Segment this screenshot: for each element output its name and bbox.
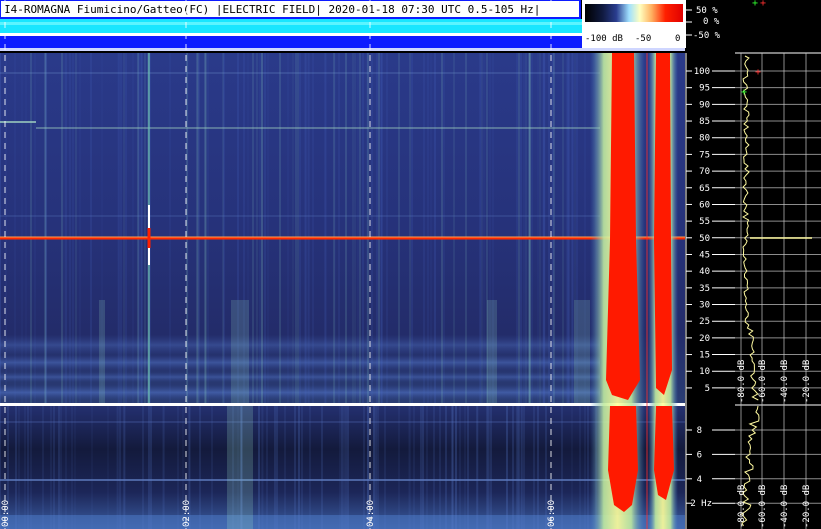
marker-plus-red: + — [755, 67, 761, 78]
time-label-1: 02:00 — [182, 500, 192, 527]
signal-bursts — [590, 53, 678, 529]
colorbar-label-min: -100 dB — [585, 34, 623, 44]
freq-label-lower-2: 4 — [697, 475, 702, 485]
spectrogram-lower — [0, 403, 685, 529]
marker-plus-green-top: + — [752, 0, 758, 9]
frequency-axis: 100 95 90 85 80 75 70 65 60 55 50 45 40 35 30 25 20 15 10 5… — [685, 53, 735, 529]
colorbar-gradient — [585, 4, 683, 22]
freq-label-lower-1: 6 — [697, 450, 702, 460]
freq-label-60: 60 — [699, 200, 710, 210]
spectrogram-app: I4-ROMAGNA Fiumicino/Gatteo(FC) |ELECTRI… — [0, 0, 821, 529]
db-label-lower-3: -20.0 dB — [802, 485, 812, 528]
freq-label-85: 85 — [699, 117, 710, 127]
time-label-0: 00:00 — [1, 500, 11, 527]
header-white-stripe — [0, 33, 582, 36]
time-label-3: 06:00 — [547, 500, 557, 527]
freq-label-25: 25 — [699, 317, 710, 327]
db-label-upper-3: -20.0 dB — [802, 360, 812, 403]
freq-label-50: 50 — [699, 234, 710, 244]
spectrogram-upper — [0, 53, 685, 403]
header-separator — [0, 48, 685, 51]
colorbar-pct-mid: 0 % — [703, 17, 720, 27]
db-label-upper-0: -80.0 dB — [737, 360, 747, 403]
freq-label-35: 35 — [699, 284, 710, 294]
freq-label-70: 70 — [699, 167, 710, 177]
freq-label-lower-0: 8 — [697, 426, 702, 436]
freq-label-55: 55 — [699, 217, 710, 227]
colorbar-pct-top: 50 % — [696, 6, 718, 16]
freq-label-90: 90 — [699, 100, 710, 110]
marker-plus-green: + — [741, 87, 747, 98]
time-label-2: 04:00 — [366, 500, 376, 527]
freq-label-10: 10 — [699, 367, 710, 377]
panel-divider — [0, 403, 685, 406]
freq-label-20: 20 — [699, 334, 710, 344]
freq-label-30: 30 — [699, 301, 710, 311]
freq-label-100: 100 — [694, 67, 710, 77]
freq-label-40: 40 — [699, 267, 710, 277]
header-cyan-highlight — [0, 22, 582, 25]
colorbar: -100 dB -50 0 50 % 0 % -50 % — [582, 0, 721, 48]
freq-label-65: 65 — [699, 184, 710, 194]
freq-label-5: 5 — [705, 384, 710, 394]
header-title: I4-ROMAGNA Fiumicino/Gatteo(FC) |ELECTRI… — [4, 3, 540, 16]
db-label-upper-2: -40.0 dB — [780, 360, 790, 403]
db-label-lower-1: -60.0 dB — [758, 485, 768, 528]
db-label-lower-2: -40.0 dB — [780, 485, 790, 528]
freq-label-75: 75 — [699, 150, 710, 160]
freq-label-95: 95 — [699, 84, 710, 94]
colorbar-label-mid: -50 — [635, 34, 651, 44]
header-blue-band — [0, 36, 582, 50]
header-cyan-band — [0, 19, 582, 33]
freq-label-45: 45 — [699, 250, 710, 260]
burst-1-lower — [608, 406, 638, 512]
marker-plus-red-top: + — [760, 0, 766, 9]
freq-label-15: 15 — [699, 351, 710, 361]
freq-label-80: 80 — [699, 134, 710, 144]
colorbar-pct-bot: -50 % — [693, 31, 721, 41]
burst-2-upper — [654, 53, 672, 395]
db-label-upper-1: -60.0 dB — [758, 360, 768, 403]
spectrum-panel: + + + + -80.0 dB -60.0 dB -40.0 dB -20.0 dB… — [735, 0, 821, 529]
db-label-lower-0: -80.0 dB — [737, 485, 747, 528]
freq-label-lower-3: 2 Hz — [690, 499, 712, 509]
colorbar-label-max: 0 — [675, 34, 680, 44]
